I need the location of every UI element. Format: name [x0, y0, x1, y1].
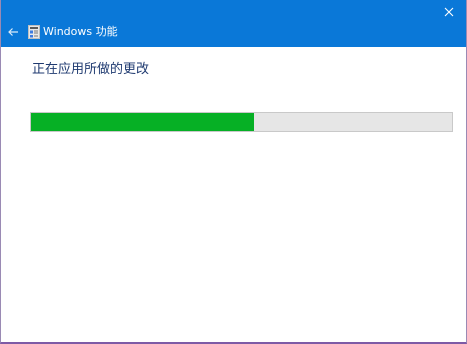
windows-features-icon: [28, 25, 40, 39]
window-title: Windows 功能: [43, 25, 118, 38]
close-button[interactable]: [434, 0, 464, 24]
back-arrow-icon: [8, 28, 18, 36]
status-heading: 正在应用所做的更改: [32, 62, 150, 77]
windows-features-dialog: Windows 功能 正在应用所做的更改: [0, 0, 467, 344]
back-button[interactable]: [5, 24, 21, 40]
progress-bar: [30, 112, 453, 132]
title-bar: Windows 功能: [1, 0, 466, 47]
close-icon: [444, 7, 454, 17]
progress-bar-fill: [31, 113, 255, 131]
